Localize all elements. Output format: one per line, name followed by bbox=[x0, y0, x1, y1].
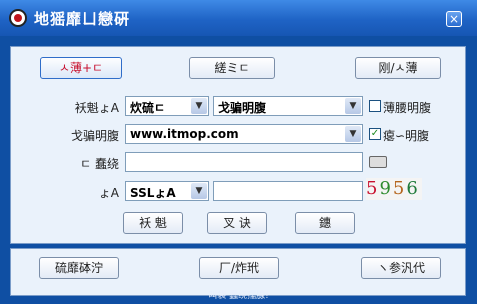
server-value: 戈骗明腹 bbox=[218, 101, 267, 115]
server-label: 戈骗明腹 bbox=[70, 129, 119, 143]
security-value: SSLょA bbox=[130, 186, 176, 200]
footer-button-1[interactable]: 硫靡砵泞 bbox=[39, 257, 119, 279]
status-text: 叫袋 蠢绕孺腺! bbox=[208, 291, 269, 301]
chevron-down-icon[interactable]: ▼ bbox=[345, 98, 361, 114]
auto-label: 瘪∽明腹 bbox=[383, 129, 430, 143]
chevron-down-icon[interactable]: ▼ bbox=[191, 98, 207, 114]
password-input[interactable] bbox=[125, 152, 363, 172]
auto-checkbox[interactable]: ✓ bbox=[369, 128, 381, 140]
mode-button-1[interactable]: ㅅ薄+ㄷ bbox=[40, 57, 122, 79]
account-type-value: 炊硫ㄷ bbox=[130, 101, 166, 115]
captcha-digit: 5 bbox=[392, 178, 407, 199]
window-title: 地猺靡ㄩ戀硏 bbox=[34, 10, 131, 28]
remember-label: 薄腰明腹 bbox=[383, 101, 432, 115]
server-select[interactable]: 戈骗明腹 ▼ bbox=[213, 96, 363, 116]
login-window: 地猺靡ㄩ戀硏 × ㅅ薄+ㄷ 縒ミㄷ 刚/ㅅ薄 袄魁ょA 炊硫ㄷ ▼ 戈骗明腹 ▼… bbox=[0, 0, 477, 304]
cancel-button[interactable]: 叉 诀 bbox=[207, 212, 267, 234]
server-address-select[interactable]: www.itmop.com ▼ bbox=[125, 124, 363, 144]
close-button[interactable]: × bbox=[446, 11, 462, 27]
title-bar[interactable]: 地猺靡ㄩ戀硏 × bbox=[0, 0, 477, 36]
footer-button-2[interactable]: 厂/炸玳 bbox=[199, 257, 279, 279]
chevron-down-icon[interactable]: ▼ bbox=[191, 183, 207, 199]
help-button[interactable]: 鏸 bbox=[295, 212, 355, 234]
footer-button-3[interactable]: ヽ参汎代 bbox=[361, 257, 441, 279]
chevron-down-icon[interactable]: ▼ bbox=[345, 126, 361, 142]
captcha-digit: 5 bbox=[366, 178, 380, 199]
security-label: ょA bbox=[98, 186, 119, 200]
mode-button-3[interactable]: 刚/ㅅ薄 bbox=[355, 57, 441, 79]
server-address-value: www.itmop.com bbox=[130, 127, 239, 141]
main-panel: ㅅ薄+ㄷ 縒ミㄷ 刚/ㅅ薄 袄魁ょA 炊硫ㄷ ▼ 戈骗明腹 ▼ 薄腰明腹 戈骗明… bbox=[10, 46, 466, 244]
captcha-input[interactable] bbox=[213, 181, 363, 201]
mode-button-2[interactable]: 縒ミㄷ bbox=[189, 57, 275, 79]
remember-checkbox[interactable] bbox=[369, 100, 381, 112]
account-label: 袄魁ょA bbox=[74, 101, 119, 115]
security-select[interactable]: SSLょA ▼ bbox=[125, 181, 209, 201]
captcha-image[interactable]: 5956 bbox=[366, 178, 422, 200]
password-label: ㄷ 蠢绕 bbox=[80, 157, 119, 171]
account-type-select[interactable]: 炊硫ㄷ ▼ bbox=[125, 96, 209, 116]
captcha-digit: 6 bbox=[406, 178, 420, 199]
app-logo-icon bbox=[9, 9, 27, 27]
login-button[interactable]: 袄 魁 bbox=[123, 212, 183, 234]
keyboard-icon[interactable] bbox=[369, 156, 387, 168]
captcha-digit: 9 bbox=[379, 178, 393, 199]
